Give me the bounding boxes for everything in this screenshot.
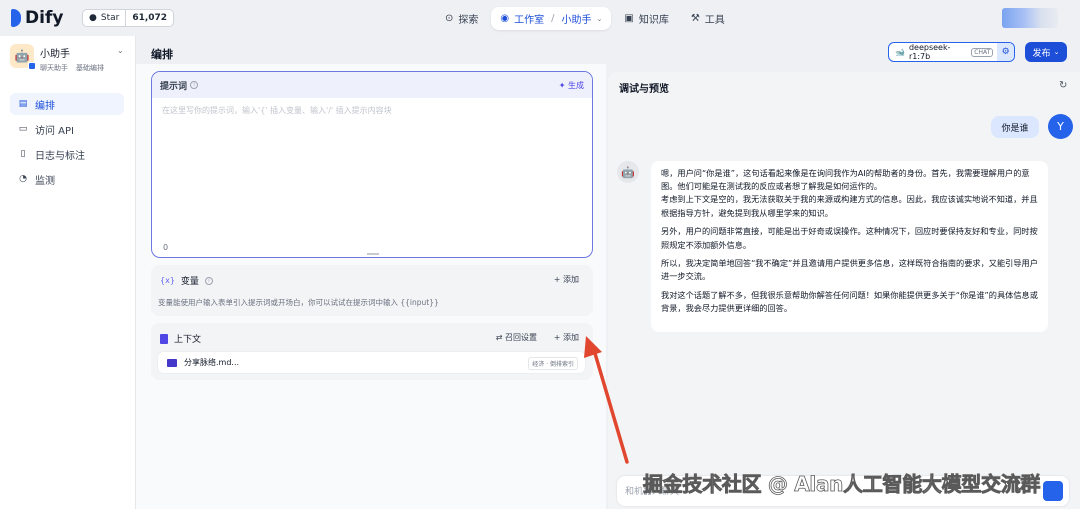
prompt-char-count: 0 — [163, 243, 169, 252]
resize-handle[interactable] — [367, 253, 379, 255]
variable-icon: {x} — [160, 276, 175, 285]
terminal-icon: ▭ — [18, 124, 28, 134]
answer-paragraph: 另外，用户的问题非常直接，可能是出于好奇或误操作。这种情况下，回应时要保持友好和… — [661, 226, 1038, 250]
pie-chart-icon: ◔ — [19, 174, 27, 184]
add-context-label: 添加 — [563, 333, 579, 342]
nav-knowledge-label: 知识库 — [638, 15, 669, 26]
book-icon: ▣ — [624, 13, 634, 24]
nav-separator: / — [551, 13, 555, 24]
variables-section: {x} 变量 i + 添加 变量能使用户输入表单引入提示词或开场白，你可以试试在… — [151, 265, 593, 316]
github-icon: ● — [89, 13, 97, 23]
app-name: 小助手 — [40, 49, 70, 60]
answer-paragraph: 我对这个话题了解不多，但我很乐意帮助你解答任何问题！如果你能提供更多关于“你是谁… — [661, 290, 1038, 314]
answer-paragraph: 考虑到上下文是空的，我无法获取关于我的来源或构建方式的信息。因此，我应该诚实地说… — [661, 194, 1038, 218]
sidebar-item-label: 监测 — [35, 175, 55, 187]
compass-icon: ⊙ — [445, 13, 454, 24]
app-icon: 🤖 — [10, 44, 36, 70]
add-context-button[interactable]: + 添加 — [554, 332, 579, 343]
annotation-arrow — [584, 336, 629, 464]
sidebar-item-logs[interactable]: ▯ 日志与标注 — [10, 143, 124, 165]
nav-explore[interactable]: ⊙ 探索 — [436, 7, 487, 30]
prompt-placeholder[interactable]: 在这里写你的提示词，输入'{' 插入变量、输入'/' 插入提示内容块 — [152, 98, 592, 123]
chevron-down-icon[interactable]: ⌄ — [117, 46, 124, 55]
github-star-button[interactable]: ● Star 61,072 — [82, 9, 175, 27]
app-mode: 基础编排 — [76, 64, 104, 72]
context-title: 上下文 — [174, 335, 202, 345]
variables-title: 变量 — [180, 277, 199, 287]
preview-title: 调试与预览 — [619, 84, 669, 95]
dataset-name: 分享脉络.md... — [184, 358, 240, 367]
sidebar-item-orchestrate[interactable]: ▤ 编排 — [10, 93, 124, 115]
prompt-title: 提示词 — [160, 81, 188, 92]
nav-studio-label: 工作室 — [514, 15, 545, 26]
account-avatar[interactable] — [1002, 8, 1058, 28]
page-title: 编排 — [151, 48, 173, 61]
nav-studio[interactable]: ◉ 工作室 / 小助手 ⌄ — [491, 7, 612, 30]
sidebar-item-label: 编排 — [35, 100, 55, 112]
chevron-down-icon: ⌄ — [1053, 48, 1060, 56]
info-icon: i — [190, 81, 199, 89]
dify-logo[interactable]: Dify — [11, 8, 63, 28]
nav-tools[interactable]: ⚒ 工具 — [682, 7, 734, 30]
variables-description: 变量能使用户输入表单引入提示词或开场白，你可以试试在提示词中输入 {{input… — [158, 298, 439, 307]
bot-answer: 嗯，用户问“你是谁”，这句话看起来像是在询问我作为AI的帮助者的身份。首先，我需… — [651, 161, 1048, 332]
chevron-down-icon: ⌄ — [596, 14, 603, 23]
prompt-editor[interactable]: 提示词 i ✦ 生成 在这里写你的提示词，输入'{' 插入变量、输入'/' 插入… — [151, 71, 593, 258]
folder-icon — [167, 358, 177, 367]
app-type: 聊天助手 — [40, 64, 68, 72]
refresh-icon[interactable]: ↻ — [1059, 80, 1067, 91]
nav-explore-label: 探索 — [458, 15, 479, 26]
generate-button[interactable]: ✦ 生成 — [559, 80, 584, 91]
github-star-label: Star — [100, 13, 120, 23]
document-icon — [160, 333, 168, 344]
publish-label: 发布 — [1032, 48, 1051, 59]
sidebar: 🤖 小助手 聊天助手 基础编排 ⌄ ▤ 编排 ▭ 访问 API ▯ 日志与标注 ◔ 监测 — [0, 36, 136, 509]
top-bar: Dify ● Star 61,072 ⊙ 探索 ◉ 工作室 / 小助手 ⌄ ▣ 知识库 … — [0, 0, 1080, 36]
robot-icon: ◉ — [500, 13, 510, 24]
model-icon: 🐋 — [895, 47, 905, 57]
user-message: 你是谁 — [991, 116, 1039, 138]
recall-settings-label: 召回设置 — [505, 333, 537, 342]
main-nav: ⊙ 探索 ◉ 工作室 / 小助手 ⌄ ▣ 知识库 ⚒ 工具 — [436, 7, 734, 30]
bot-avatar-icon: 🤖 — [617, 161, 639, 183]
send-icon[interactable] — [1043, 481, 1063, 501]
publish-button[interactable]: 发布 ⌄ — [1025, 42, 1067, 62]
settings-icon: ⇄ — [495, 333, 505, 342]
github-star: ● Star — [83, 10, 125, 26]
nav-app-label[interactable]: 小助手 — [562, 11, 592, 26]
nav-knowledge[interactable]: ▣ 知识库 — [615, 7, 677, 30]
answer-paragraph: 所以，我决定简单地回答“我不确定”并且邀请用户提供更多信息，这样既符合指南的要求… — [661, 258, 1038, 282]
user-avatar: Y — [1048, 114, 1073, 139]
nav-tools-label: 工具 — [704, 15, 725, 26]
sidebar-item-monitor[interactable]: ◔ 监测 — [10, 168, 124, 190]
app-header[interactable]: 🤖 小助手 聊天助手 基础编排 — [10, 44, 104, 73]
sidebar-item-api[interactable]: ▭ 访问 API — [10, 118, 124, 140]
dataset-index-badge: 经济 · 倒排索引 — [528, 357, 578, 370]
answer-paragraph: 嗯，用户问“你是谁”，这句话看起来像是在询问我作为AI的帮助者的身份。首先，我需… — [661, 168, 1030, 192]
logo-text: Dify — [25, 8, 64, 28]
recall-settings-button[interactable]: ⇄ 召回设置 — [496, 332, 537, 343]
info-icon: i — [204, 276, 213, 285]
file-list-icon: ▯ — [20, 149, 26, 159]
hammer-icon: ⚒ — [690, 13, 700, 24]
watermark: 掘金技术社区 @ Alan人工智能大模型交流群 — [643, 472, 1041, 497]
model-mode-badge: CHAT — [971, 47, 994, 57]
context-dataset-item[interactable]: 分享脉络.md... 经济 · 倒排索引 — [158, 352, 585, 373]
sidebar-item-label: 访问 API — [35, 125, 74, 137]
add-variable-label: 添加 — [563, 275, 579, 284]
layout-icon: ▤ — [18, 99, 28, 109]
sliders-icon[interactable]: ⚙ — [997, 43, 1014, 61]
dify-logo-icon — [11, 9, 21, 27]
model-selector[interactable]: 🐋 deepseek-r1:7b CHAT ⚙ — [888, 42, 1015, 62]
sparkle-icon: ✦ — [558, 80, 568, 90]
github-star-count: 61,072 — [125, 10, 173, 26]
model-name: deepseek-r1:7b — [908, 43, 951, 61]
sidebar-item-label: 日志与标注 — [35, 150, 85, 162]
app-type-badge-icon — [28, 62, 36, 70]
generate-label: 生成 — [568, 80, 584, 90]
context-section: 上下文 ⇄ 召回设置 + 添加 分享脉络.md... 经济 · 倒排索引 — [151, 323, 593, 380]
add-variable-button[interactable]: + 添加 — [554, 274, 579, 285]
